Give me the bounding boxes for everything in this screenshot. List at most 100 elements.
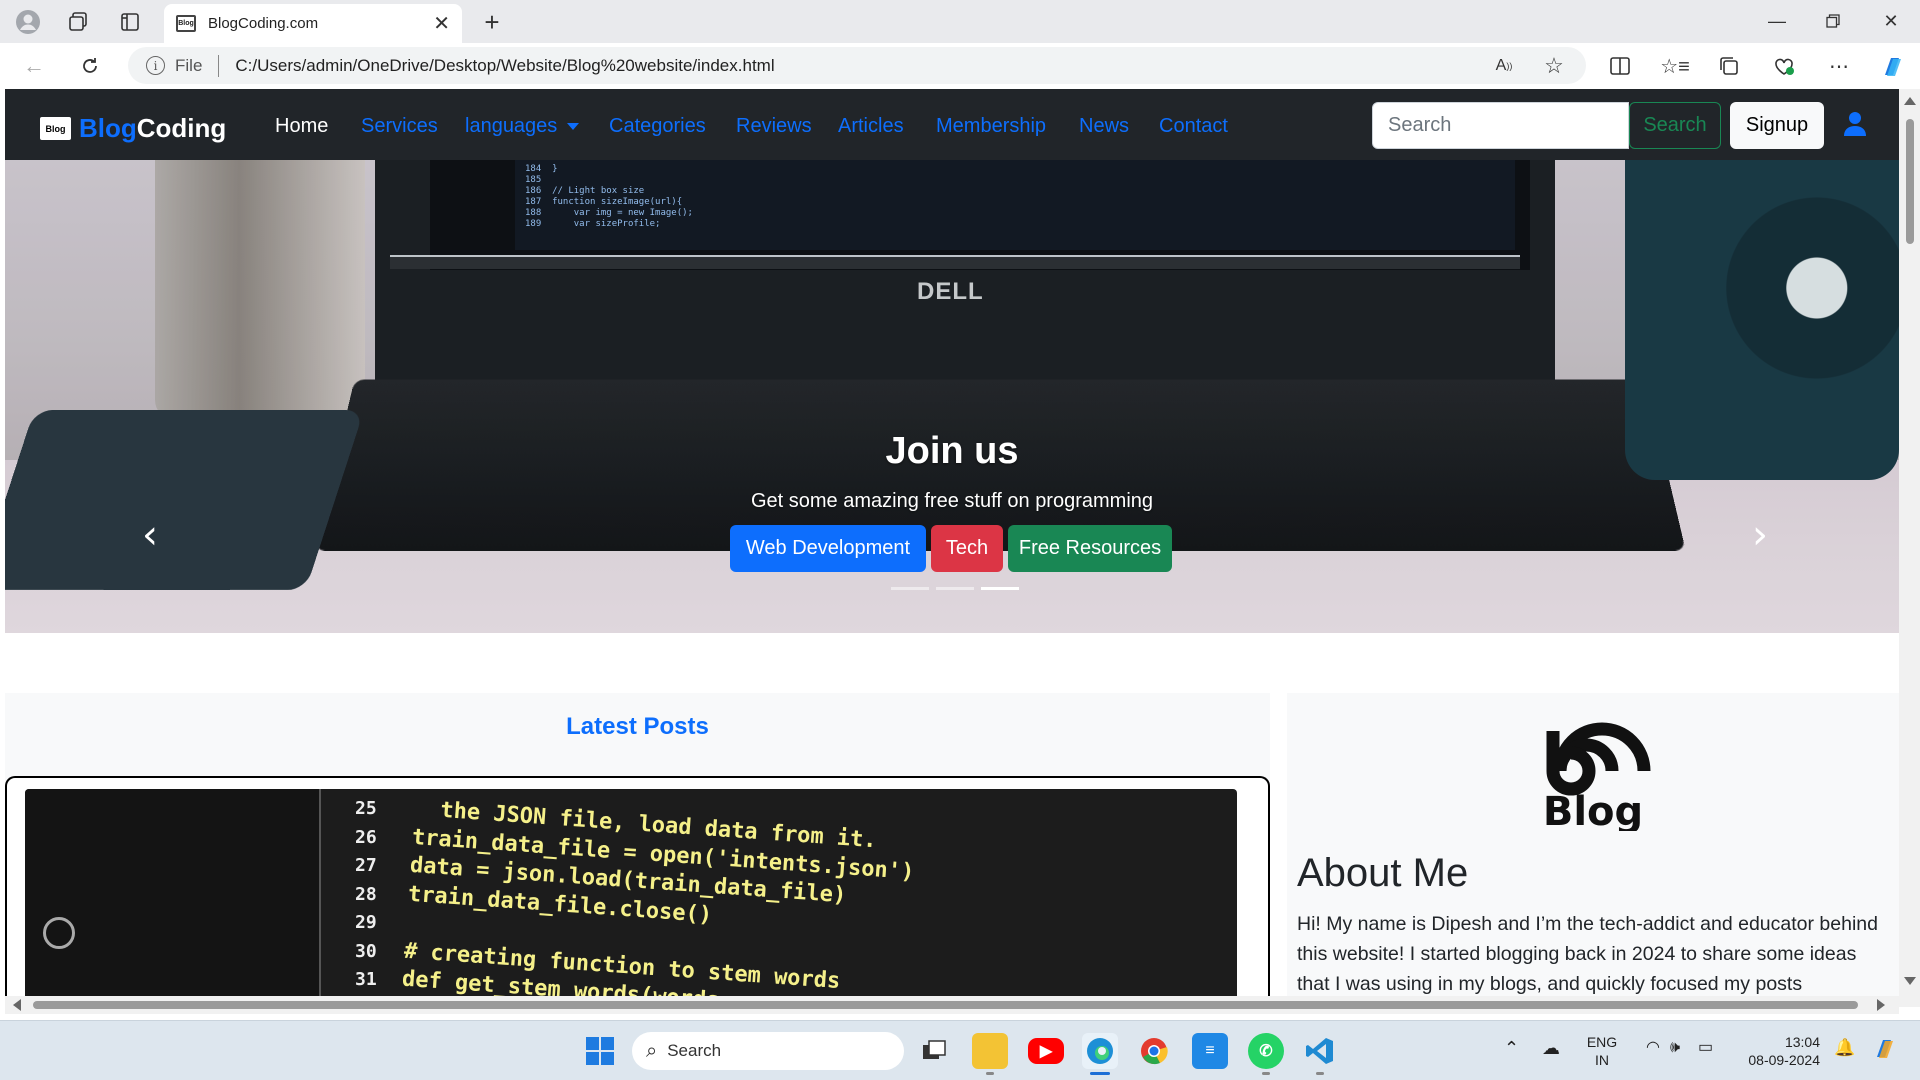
url-separator	[218, 55, 219, 77]
copilot-icon[interactable]	[1878, 52, 1908, 82]
post-code-text: the JSON file, load data from it. train_…	[401, 795, 917, 996]
line-number: 25	[355, 795, 377, 824]
nav-contact[interactable]: Contact	[1159, 115, 1228, 138]
scroll-right-icon[interactable]	[1877, 999, 1885, 1011]
scroll-up-icon[interactable]	[1904, 97, 1916, 105]
url-text[interactable]: C:/Users/admin/OneDrive/Desktop/Website/…	[235, 56, 774, 76]
running-indicator	[1316, 1072, 1324, 1075]
carousel-prev-icon[interactable]: ‹	[135, 515, 165, 555]
nav-services[interactable]: Services	[361, 115, 438, 138]
account-icon	[43, 917, 75, 949]
chrome-icon[interactable]	[1136, 1033, 1172, 1069]
editor-gutter	[25, 789, 321, 996]
nav-languages[interactable]: languages	[465, 115, 579, 138]
carousel-indicator-3[interactable]	[981, 587, 1019, 590]
search-input[interactable]: Search	[1372, 102, 1629, 149]
workspaces-icon[interactable]	[64, 8, 92, 36]
brand-logo-icon: Blog	[40, 117, 71, 140]
wifi-icon[interactable]: ◠	[1646, 1039, 1660, 1057]
nav-reviews[interactable]: Reviews	[736, 115, 812, 138]
carousel-next-icon[interactable]: ›	[1745, 515, 1775, 555]
taskbar-search[interactable]: ⌕ Search	[632, 1032, 904, 1070]
page-viewport: Blog Blog Coding Home Services languages…	[5, 89, 1899, 996]
lang-line1: ENG	[1584, 1033, 1620, 1051]
brand-part2: Coding	[137, 113, 227, 144]
vertical-tabs-icon[interactable]	[116, 8, 144, 36]
clock[interactable]: 13:04 08-09-2024	[1736, 1033, 1820, 1069]
code-line-numbers: 25 26 27 28 29 30 31	[355, 795, 377, 995]
line-number: 26	[355, 824, 377, 853]
user-icon[interactable]	[1843, 111, 1867, 137]
nav-articles[interactable]: Articles	[838, 115, 904, 138]
search-button[interactable]: Search	[1629, 102, 1721, 149]
nav-news[interactable]: News	[1079, 115, 1129, 138]
signup-button[interactable]: Signup	[1730, 102, 1824, 149]
lang-line2: IN	[1584, 1051, 1620, 1069]
collections-icon[interactable]	[1716, 53, 1742, 79]
web-development-button[interactable]: Web Development	[730, 525, 926, 572]
url-scheme-label: File	[175, 56, 202, 76]
file-explorer-icon[interactable]	[972, 1033, 1008, 1069]
browser-tab-bar: Blog BlogCoding.com ✕ + — ✕	[0, 0, 1920, 43]
nav-home[interactable]: Home	[275, 115, 328, 138]
horizontal-scroll-thumb[interactable]	[33, 1001, 1858, 1009]
vertical-scroll-thumb[interactable]	[1906, 119, 1914, 244]
language-indicator[interactable]: ENG IN	[1584, 1033, 1620, 1069]
post-image[interactable]: 25 26 27 28 29 30 31 the JSON file, load…	[25, 789, 1237, 996]
copilot-taskbar-icon[interactable]	[1870, 1035, 1900, 1065]
url-bar[interactable]: i File C:/Users/admin/OneDrive/Desktop/W…	[128, 47, 1586, 84]
notification-bell-icon[interactable]: 🔔	[1834, 1039, 1855, 1057]
running-indicator	[986, 1072, 994, 1075]
more-options-icon[interactable]: ⋯	[1826, 53, 1852, 79]
show-hidden-icons[interactable]: ⌃	[1504, 1039, 1519, 1057]
favorite-star-icon[interactable]: ☆	[1541, 53, 1567, 79]
hero-title: Join us	[5, 430, 1899, 473]
vscode-icon[interactable]	[1302, 1033, 1338, 1069]
site-info-icon[interactable]: i	[146, 56, 165, 75]
volume-icon[interactable]: 🕪	[1670, 1039, 1680, 1057]
youtube-icon[interactable]: ▶	[1028, 1038, 1064, 1064]
browser-essentials-icon[interactable]	[1771, 53, 1797, 79]
brand[interactable]: Blog Blog Coding	[40, 113, 226, 144]
site-navbar: Blog Blog Coding Home Services languages…	[5, 89, 1899, 160]
hero-carousel: 184 } 185 186 // Light box size 187 func…	[5, 160, 1899, 633]
profile-icon[interactable]	[14, 8, 42, 36]
minimize-icon[interactable]: —	[1762, 8, 1792, 34]
tech-button[interactable]: Tech	[931, 525, 1003, 572]
nav-languages-label: languages	[465, 115, 557, 137]
latest-posts-panel: Latest Posts 25 26 27 28 29 30 31 the JS…	[5, 693, 1270, 996]
line-number: 28	[355, 881, 377, 910]
address-toolbar: ← i File C:/Users/admin/OneDrive/Desktop…	[0, 43, 1920, 89]
read-aloud-icon[interactable]: A))	[1492, 54, 1516, 78]
split-screen-icon[interactable]	[1607, 53, 1633, 79]
carousel-indicator-2[interactable]	[936, 587, 974, 590]
running-indicator	[1262, 1072, 1270, 1075]
scroll-left-icon[interactable]	[13, 999, 21, 1011]
notepad-icon[interactable]: ≡	[1192, 1033, 1228, 1069]
free-resources-button[interactable]: Free Resources	[1008, 525, 1172, 572]
scroll-down-icon[interactable]	[1904, 977, 1916, 985]
task-view-icon[interactable]	[916, 1033, 952, 1069]
nav-categories[interactable]: Categories	[609, 115, 706, 138]
restore-icon[interactable]	[1818, 8, 1848, 34]
latest-posts-title: Latest Posts	[5, 713, 1270, 741]
tab-title: BlogCoding.com	[208, 15, 433, 32]
favorites-icon[interactable]: ☆≡	[1662, 53, 1688, 79]
refresh-icon[interactable]	[76, 52, 104, 80]
vertical-scrollbar[interactable]	[1899, 89, 1920, 1007]
blog-logo-icon: Blog	[1530, 701, 1656, 831]
horizontal-scrollbar[interactable]	[5, 996, 1899, 1014]
start-icon[interactable]	[582, 1033, 618, 1069]
close-window-icon[interactable]: ✕	[1876, 8, 1906, 34]
carousel-indicator-1[interactable]	[891, 587, 929, 590]
battery-icon[interactable]: ▭	[1698, 1039, 1713, 1057]
whatsapp-icon[interactable]: ✆	[1248, 1033, 1284, 1069]
about-text: Hi! My name is Dipesh and I’m the tech-a…	[1297, 909, 1887, 996]
nav-membership[interactable]: Membership	[936, 115, 1046, 138]
new-tab-icon[interactable]: +	[478, 8, 506, 36]
back-icon[interactable]: ←	[20, 52, 48, 80]
edge-icon[interactable]	[1082, 1033, 1118, 1069]
onedrive-icon[interactable]: ☁	[1542, 1039, 1560, 1057]
browser-tab[interactable]: Blog BlogCoding.com ✕	[164, 4, 462, 43]
close-tab-icon[interactable]: ✕	[433, 11, 450, 36]
